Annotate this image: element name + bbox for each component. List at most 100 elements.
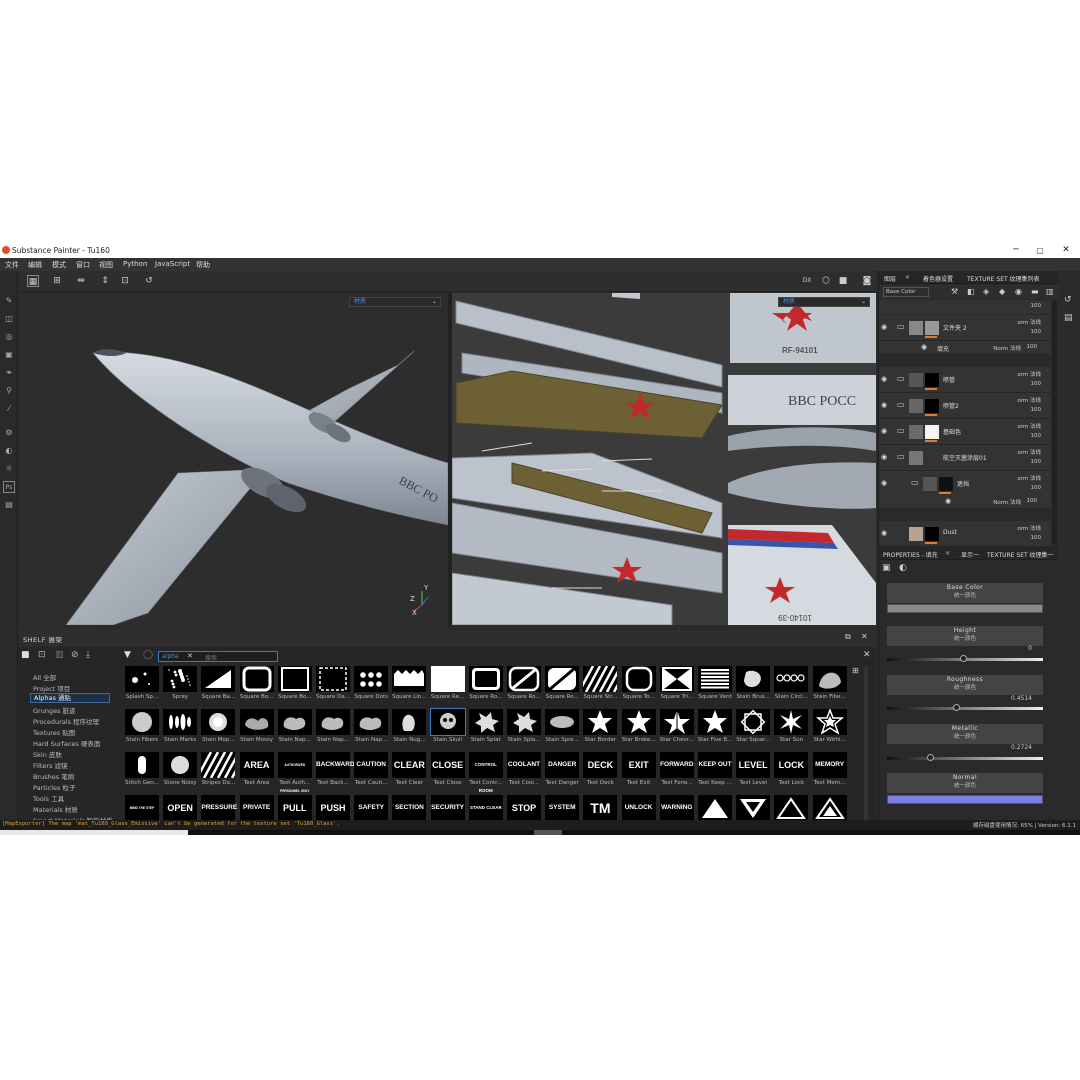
shelf-tile[interactable] <box>774 709 809 735</box>
close-button[interactable]: ✕ <box>1056 244 1076 257</box>
folder-icon[interactable]: ▭ <box>911 478 919 487</box>
new-shelf-icon[interactable]: ⊡ <box>38 650 46 660</box>
shelf-tile[interactable]: LEVEL <box>736 752 771 778</box>
viewport-2d-uv[interactable]: RF-94101 BBC POCC 10140-39 材质 ⌄ <box>452 293 876 625</box>
shelf-tile[interactable] <box>239 666 274 692</box>
layer-name[interactable]: 文件夹 2 <box>943 323 967 332</box>
shelf-tile[interactable] <box>812 707 847 735</box>
shelf-tile[interactable] <box>578 665 630 693</box>
layer-thumbnail[interactable] <box>909 425 923 439</box>
layers-scrollbar[interactable] <box>1052 300 1057 544</box>
layer-mask-thumbnail[interactable] <box>925 373 939 387</box>
geometry-mask-icon[interactable]: ▣ <box>3 349 15 361</box>
tab-texture-set[interactable]: TEXTURE SET 纹理集一 <box>987 550 1054 559</box>
shelf-scrollbar[interactable] <box>864 667 868 827</box>
shelf-tile[interactable]: AUTHORIZED PERSONNEL ONLY <box>277 752 312 793</box>
shelf-tile[interactable] <box>659 666 694 692</box>
hide-icon[interactable]: ⊘ <box>71 650 79 660</box>
eye-visibility-icon[interactable]: ◉ <box>881 375 891 383</box>
shelf-tile[interactable] <box>125 666 159 692</box>
shelf-tile[interactable] <box>774 666 809 692</box>
folder-icon[interactable]: ▭ <box>897 452 905 461</box>
shelf-tile[interactable] <box>430 666 465 692</box>
shelf-tile[interactable]: PULL <box>277 795 312 821</box>
viewport-3d-channel-dropdown[interactable]: 材质 ⌄ <box>349 297 441 307</box>
paint-brush-icon[interactable]: ✎ <box>3 295 15 307</box>
material-icon[interactable]: ▣ <box>882 563 891 573</box>
history-icon[interactable]: ↺ <box>1064 295 1072 305</box>
height-slider[interactable] <box>887 655 1043 662</box>
layer-row[interactable]: ◉ ▭ 喷管 orm 法线 100 <box>879 367 1051 393</box>
shelf-tile[interactable]: TM <box>583 795 618 821</box>
add-layer-icon[interactable]: ◈ <box>983 287 989 296</box>
tab-properties[interactable]: PROPERTIES - 填充 <box>883 550 938 559</box>
tab-shader-settings[interactable]: 着色器设置 <box>923 274 953 283</box>
eye-visibility-icon[interactable]: ◉ <box>945 497 955 505</box>
fill-layer-icon[interactable]: ◆ <box>999 287 1005 296</box>
category-particles[interactable]: Particles 粒子 <box>33 782 75 792</box>
shelf-tile[interactable] <box>698 795 732 821</box>
channel-dropdown[interactable]: Base Color <box>883 287 929 297</box>
layer-mask-thumbnail[interactable] <box>925 527 939 541</box>
eye-visibility-icon[interactable]: ◉ <box>921 343 931 351</box>
layer-opacity[interactable]: 100 <box>1031 381 1042 387</box>
prop-roughness[interactable]: Roughness 统一颜色 <box>887 675 1043 695</box>
shelf-tile[interactable] <box>201 666 236 692</box>
shelf-tile[interactable]: STOP <box>507 795 541 821</box>
screenshot-icon[interactable]: ◙ <box>861 275 873 287</box>
folder-icon[interactable]: ▭ <box>897 426 905 435</box>
tab-texture-set-list[interactable]: TEXTURE SET 纹理集列表 <box>967 274 1040 283</box>
menu-javascript[interactable]: JavaScript <box>155 260 190 268</box>
shelf-tile[interactable]: CLOSE <box>430 752 465 778</box>
shelf-tile[interactable]: CLEAR <box>392 752 427 778</box>
layer-row[interactable]: ◉ ▭ 遮挡 orm 法线 100 <box>879 471 1051 497</box>
normal-color-swatch[interactable] <box>887 795 1043 804</box>
layer-mask-thumbnail[interactable] <box>939 477 953 491</box>
shelf-tile[interactable]: COOLANT <box>507 752 541 778</box>
layer-row[interactable]: ◉ ▭ 文件夹 2 orm 法线 100 <box>879 315 1051 341</box>
shelf-tile[interactable]: KEEP OUT <box>698 752 732 778</box>
menu-help[interactable]: 帮助 <box>196 260 210 270</box>
menu-file[interactable]: 文件 <box>5 260 19 270</box>
shelf-tile[interactable] <box>316 709 350 735</box>
layer-thumbnail[interactable] <box>909 321 923 335</box>
layer-blend-mode[interactable]: orm 法线 <box>1017 448 1041 456</box>
roughness-slider-knob[interactable] <box>952 704 960 711</box>
shelf-tile[interactable]: FORWARD <box>659 752 694 778</box>
layer-name[interactable]: 喷管 <box>943 375 955 384</box>
layer-opacity[interactable]: 100 <box>1031 407 1042 413</box>
menu-view[interactable]: 视图 <box>99 260 113 270</box>
grid-view-icon[interactable]: ⊞ <box>852 666 859 675</box>
eye-visibility-icon[interactable]: ◉ <box>881 479 891 487</box>
shelf-tile[interactable] <box>392 666 427 692</box>
layer-blend-mode[interactable]: Norm 法线 <box>993 344 1021 352</box>
shelf-tile[interactable] <box>812 666 847 692</box>
layer-blend-mode[interactable]: orm 法线 <box>1017 370 1041 378</box>
shelf-tile[interactable]: CONTROL ROOM <box>468 752 503 793</box>
shelf-tile[interactable]: CAUTION <box>354 752 389 778</box>
shelf-tile[interactable] <box>583 709 618 735</box>
shelf-tile[interactable] <box>429 708 466 736</box>
shelf-tile[interactable]: PRESSURE <box>201 795 237 821</box>
shelf-tile[interactable]: UNLOCK <box>621 795 656 821</box>
smudge-icon[interactable]: ❧ <box>3 367 15 379</box>
folder-icon[interactable]: ▭ <box>897 374 905 383</box>
category-brushes[interactable]: Brushes 笔刷 <box>33 771 74 781</box>
shelf-tile[interactable] <box>468 666 503 692</box>
import-icon[interactable]: ⤓ <box>86 650 90 660</box>
layer-thumbnail[interactable] <box>909 451 923 465</box>
category-hard-surfaces[interactable]: Hard Surfaces 硬表面 <box>33 738 100 748</box>
prop-base-color[interactable]: Base Color 统一颜色 <box>887 583 1043 603</box>
metallic-slider[interactable] <box>887 754 1043 761</box>
shelf-tile[interactable]: SYSTEM <box>545 795 580 821</box>
photoshop-export-icon[interactable]: Ps <box>3 481 15 493</box>
paint-layer-icon[interactable]: ◉ <box>1015 287 1022 296</box>
shelf-tile[interactable] <box>316 666 350 692</box>
shelf-tile[interactable] <box>659 709 694 735</box>
layer-blend-mode[interactable]: orm 法线 <box>1017 474 1041 482</box>
category-materials[interactable]: Materials 材质 <box>33 804 78 814</box>
layer-blend-mode[interactable]: Norm 法线 <box>993 498 1021 506</box>
close-icon[interactable]: ✕ <box>945 550 950 557</box>
shelf-tile[interactable]: STAND CLEAR <box>468 795 503 821</box>
layer-thumbnail[interactable] <box>909 373 923 387</box>
